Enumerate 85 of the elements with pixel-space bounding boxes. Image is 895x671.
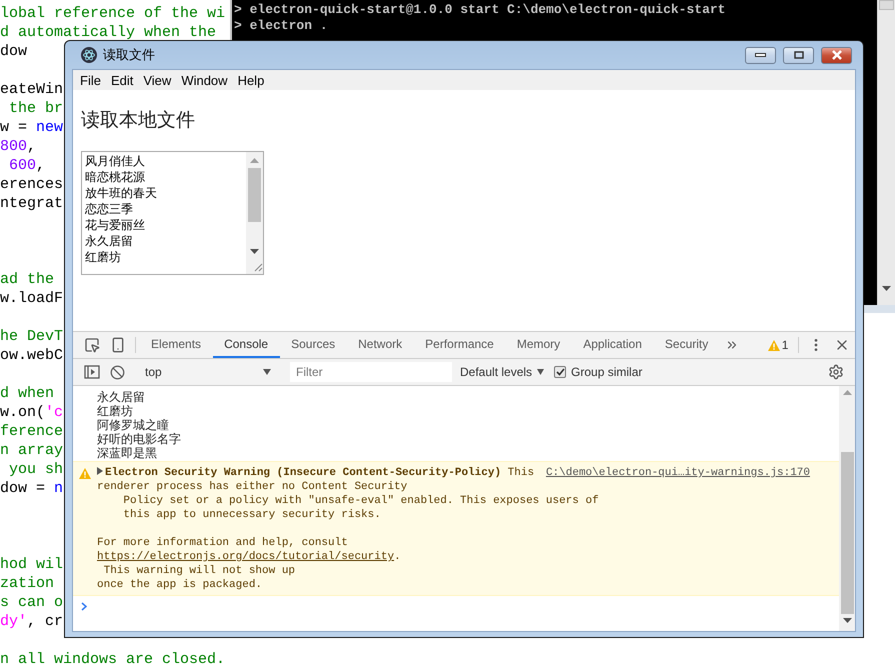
code-line: he DevT xyxy=(0,327,64,346)
warning-message: renderer process has either no Content Security Policy set or a policy with "unsafe-eval" enabled. This exposes users of this app to unnecessary security risks. For more information and help, consult https://electronjs.org/docs/tutorial/security. This warning will not show up once the app is packaged. xyxy=(97,480,599,592)
window-title: 读取文件 xyxy=(103,46,156,64)
page-heading: 读取本地文件 xyxy=(81,108,196,133)
code-line: ference xyxy=(0,422,64,441)
devtools-tab[interactable]: Network xyxy=(346,332,414,358)
scroll-down-icon[interactable] xyxy=(842,618,852,623)
terminal-line: > electron . xyxy=(234,18,329,34)
code-line: w.on('c xyxy=(0,403,64,422)
list-item: 永久居留 xyxy=(85,233,134,249)
code-line: 600, xyxy=(8,156,46,175)
list-item: 恋恋三季 xyxy=(85,201,134,217)
list-item: 花与爱丽丝 xyxy=(85,217,146,233)
log-message: 深蓝即是黑 xyxy=(96,446,158,460)
code-line: the br xyxy=(8,99,64,118)
warning-icon xyxy=(768,340,780,350)
dropdown-caret-icon xyxy=(537,369,544,375)
code-line: ow.webC xyxy=(0,346,64,365)
code-line: ad the xyxy=(0,270,54,289)
scrollbar-thumb[interactable] xyxy=(840,452,854,614)
devtools-tab[interactable]: Performance xyxy=(414,332,506,358)
minimize-icon xyxy=(755,53,766,57)
devtools-tab[interactable]: Sources xyxy=(280,332,347,358)
dropdown-caret-icon xyxy=(263,369,271,375)
code-line: lobal reference of the wi xyxy=(0,4,226,23)
checkbox-label: Group similar xyxy=(571,365,642,379)
maximize-icon xyxy=(794,51,804,59)
code-line: w = new xyxy=(0,118,64,137)
list-item: 风月俏佳人 xyxy=(85,153,146,169)
code-line: dow = n xyxy=(0,479,64,498)
warning-count: 1 xyxy=(782,338,788,352)
close-button[interactable] xyxy=(821,46,852,64)
scroll-down-icon[interactable] xyxy=(882,286,891,291)
scrollbar-thumb[interactable] xyxy=(879,0,894,10)
filter-field[interactable]: Filter xyxy=(290,362,452,382)
devtools-tab[interactable]: Elements xyxy=(140,332,213,358)
code-line: s can o xyxy=(0,593,64,612)
minimize-button[interactable] xyxy=(745,46,776,64)
log-message: 红磨坊 xyxy=(96,404,133,418)
context-select[interactable]: top xyxy=(139,361,277,383)
menu-item[interactable]: Help xyxy=(232,72,270,88)
code-line: d when xyxy=(0,384,54,403)
atom-logo-icon xyxy=(81,47,97,63)
code-line: ntegrat xyxy=(0,194,64,213)
code-line: zation xyxy=(0,574,54,593)
source-link[interactable]: C:\demo\electron-qui…ity-warnings.js:170 xyxy=(546,466,810,480)
code-line: n all windows are closed. xyxy=(0,650,226,669)
docs-link[interactable]: https://electronjs.org/docs/tutorial/security xyxy=(97,551,394,563)
code-line: w.loadF xyxy=(0,289,64,308)
warning-title: Electron Security Warning (Insecure Content-Security-Policy) This xyxy=(97,466,534,480)
scrollbar-thumb[interactable] xyxy=(248,168,261,222)
code-line: hod wil xyxy=(0,555,64,574)
code-line: dy', cr xyxy=(0,612,64,631)
code-line: 800, xyxy=(0,137,36,156)
checkbox[interactable] xyxy=(554,366,566,378)
log-levels-dropdown[interactable]: Default levels xyxy=(454,365,550,379)
list-box[interactable]: 风月俏佳人 暗恋桃花源 放牛班的春天 恋恋三季 花与爱丽丝 永久居留 红磨坊 xyxy=(81,151,264,275)
warning-count-button[interactable]: 1 xyxy=(762,332,794,358)
list-item: 放牛班的春天 xyxy=(85,185,158,201)
list-item: 红磨坊 xyxy=(85,249,122,265)
scroll-down-icon[interactable] xyxy=(250,249,259,254)
log-message: 阿修罗城之瞳 xyxy=(96,418,169,432)
code-line: erences xyxy=(0,175,64,194)
code-line: eateWin xyxy=(0,80,64,99)
log-message: 好听的电影名字 xyxy=(96,432,182,446)
devtools-tab[interactable]: Security xyxy=(653,332,720,358)
terminal-line: > electron-quick-start@1.0.0 start C:\demo\electron-quick-start xyxy=(234,2,726,18)
menu-item[interactable]: View xyxy=(138,72,176,88)
code-line: you sh xyxy=(8,460,64,479)
close-icon xyxy=(830,50,842,60)
list-item: 暗恋桃花源 xyxy=(85,169,146,185)
code-line: d automatically when the xyxy=(0,23,216,42)
warning-icon xyxy=(79,468,91,479)
expand-icon[interactable] xyxy=(97,467,103,475)
log-message: 永久居留 xyxy=(96,390,146,404)
menu-item[interactable]: Edit xyxy=(106,72,138,88)
devtools-tab[interactable]: Memory xyxy=(505,332,572,358)
menu-item[interactable]: Window xyxy=(176,72,233,88)
prompt-icon xyxy=(81,602,87,610)
maximize-button[interactable] xyxy=(783,46,814,64)
resize-grip-icon[interactable] xyxy=(253,262,263,272)
code-line: dow xyxy=(0,42,28,61)
menu-item[interactable]: File xyxy=(75,72,106,88)
code-line: n array xyxy=(0,441,64,460)
devtools-tab[interactable]: Application xyxy=(572,332,654,358)
